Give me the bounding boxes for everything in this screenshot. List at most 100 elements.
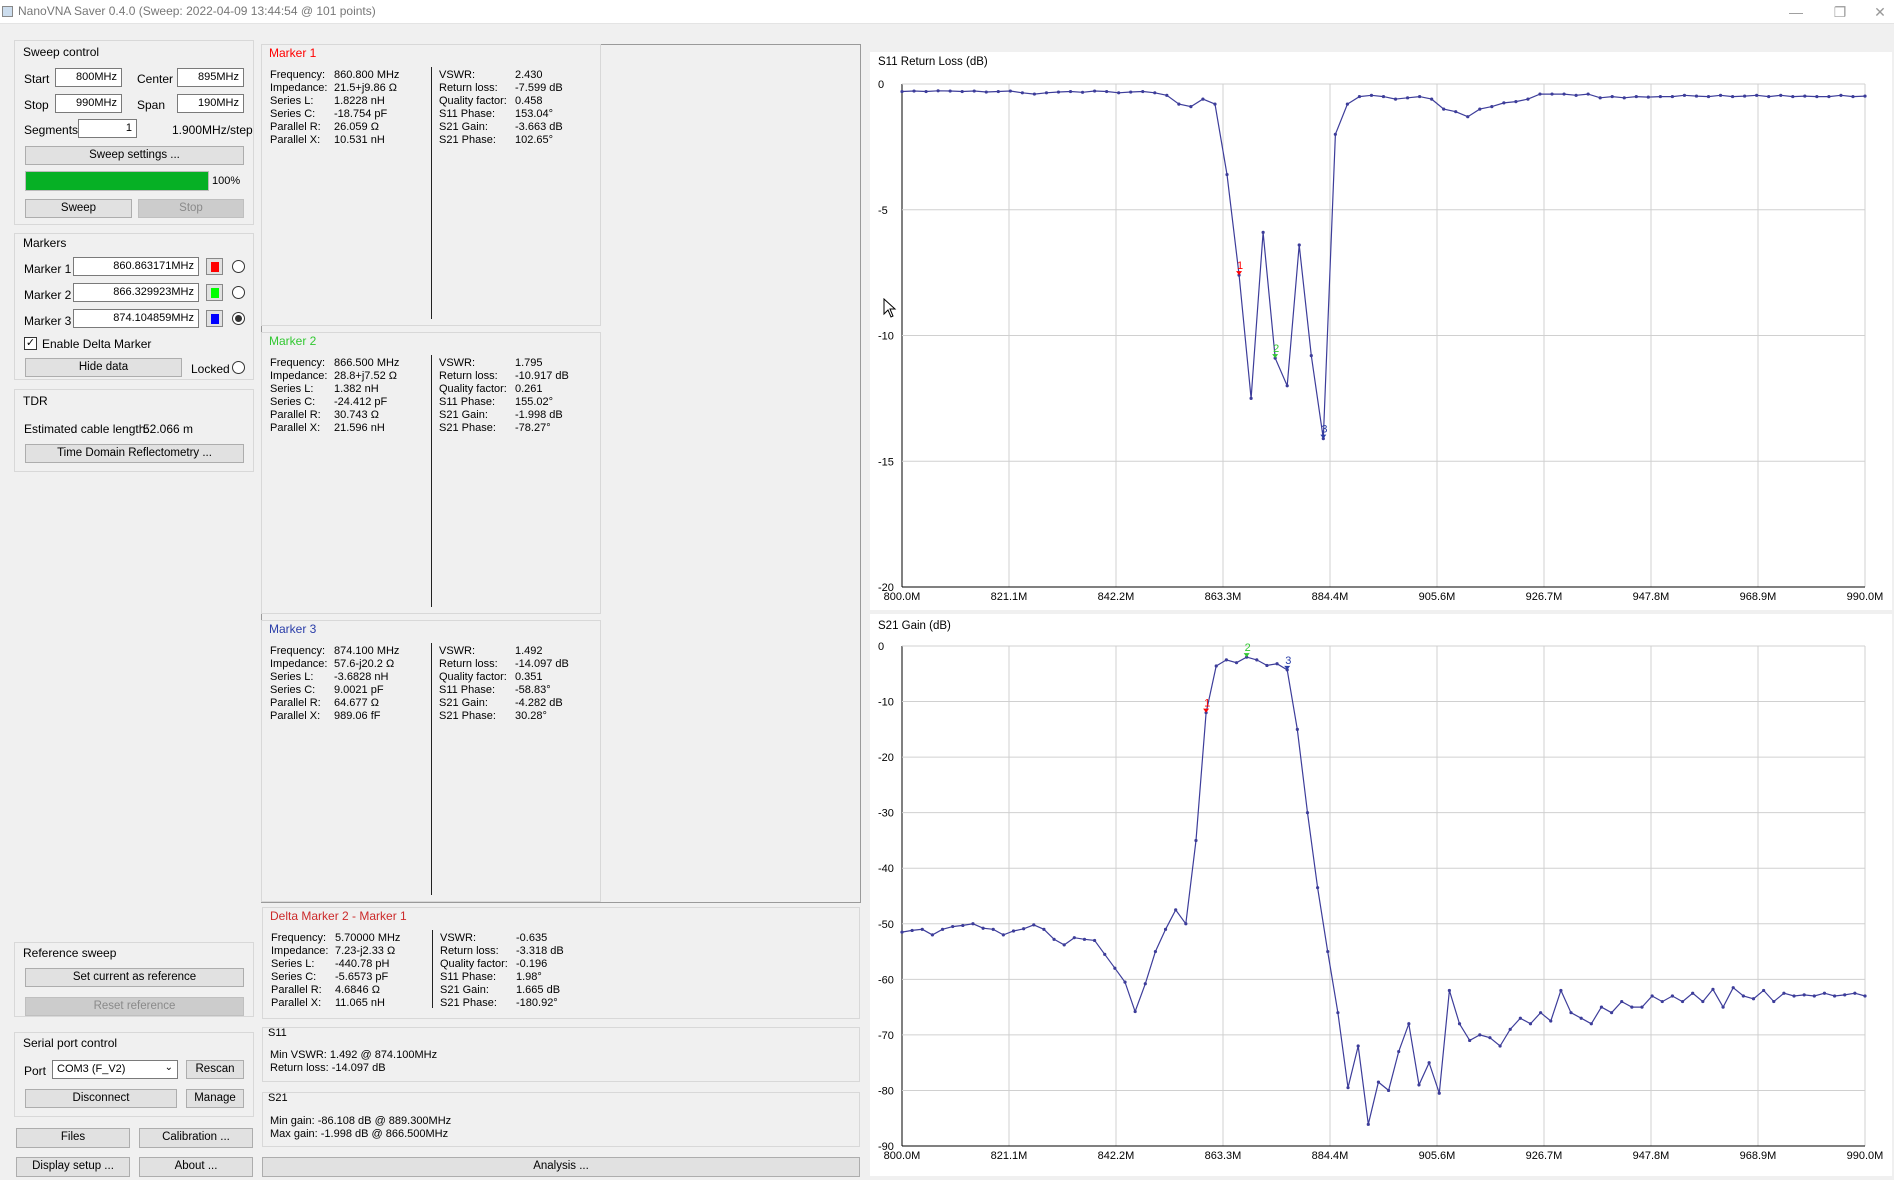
port-select[interactable]: COM3 (F_V2) ⌄ bbox=[52, 1060, 178, 1079]
time-domain-reflectometry-button[interactable]: Time Domain Reflectometry ... bbox=[25, 444, 244, 463]
delta-marker-divider bbox=[432, 930, 433, 1008]
stop-input[interactable]: 990MHz bbox=[55, 94, 122, 113]
marker-3-right-label: Quality factor: bbox=[439, 671, 507, 683]
marker-2-left-label: Parallel X: bbox=[270, 422, 321, 434]
data-point bbox=[996, 89, 1000, 94]
data-point bbox=[1792, 994, 1796, 998]
y-tick-label: -40 bbox=[878, 863, 894, 875]
s11-chart-panel[interactable]: S11 Return Loss (dB) 800.0M 821.1M 842.2M 8… bbox=[870, 52, 1892, 610]
marker-1-right-value: -3.663 dB bbox=[515, 121, 563, 133]
marker-3-frequency-input[interactable]: 874.104859MHz bbox=[73, 309, 199, 328]
segments-input[interactable]: 1 bbox=[78, 119, 137, 138]
marker-3-right-value: -4.282 dB bbox=[515, 697, 563, 709]
data-point bbox=[1201, 97, 1205, 101]
marker-2-frequency-input[interactable]: 866.329923MHz bbox=[73, 283, 199, 302]
center-input[interactable]: 895MHz bbox=[177, 68, 244, 87]
y-tick-label: 0 bbox=[878, 79, 884, 91]
marker-3-left-label: Impedance: bbox=[270, 658, 328, 670]
marker-1-left-label: Series C: bbox=[270, 108, 316, 120]
data-point bbox=[1141, 89, 1145, 94]
sweep-settings-button[interactable]: Sweep settings ... bbox=[25, 146, 244, 165]
data-point bbox=[1333, 132, 1337, 136]
data-point bbox=[1165, 93, 1169, 97]
data-point bbox=[1457, 1022, 1462, 1026]
marker-2-color-button[interactable] bbox=[206, 284, 223, 301]
s11-return-loss: Return loss: -14.097 dB bbox=[270, 1062, 386, 1074]
marker-3-left-value: 874.100 MHz bbox=[334, 645, 400, 657]
data-point bbox=[1056, 90, 1061, 94]
marker-3-left-value: 57.6-j20.2 Ω bbox=[334, 658, 395, 670]
marker-2-left-value: -24.412 pF bbox=[334, 396, 388, 408]
marker-1-label: Marker 1 bbox=[24, 262, 72, 276]
manage-button[interactable]: Manage bbox=[186, 1089, 244, 1108]
data-point bbox=[984, 90, 988, 94]
x-tick-label: 968.9M bbox=[1740, 591, 1777, 603]
port-label: Port bbox=[24, 1064, 47, 1078]
minimize-icon[interactable]: — bbox=[1776, 2, 1816, 22]
data-point bbox=[1650, 994, 1654, 998]
marker-3-color-button[interactable] bbox=[206, 310, 223, 327]
segments-label: Segments bbox=[24, 123, 79, 137]
data-point bbox=[1295, 727, 1299, 731]
reset-reference-button[interactable]: Reset reference bbox=[25, 997, 244, 1016]
data-point bbox=[1751, 997, 1756, 1001]
data-point bbox=[1559, 988, 1563, 993]
data-point bbox=[1802, 993, 1806, 997]
set-reference-button[interactable]: Set current as reference bbox=[25, 968, 244, 987]
data-point bbox=[930, 933, 935, 937]
delta-marker-right-value: -3.318 dB bbox=[516, 945, 564, 957]
marker-1-right-value: 0.458 bbox=[515, 95, 543, 107]
rescan-button[interactable]: Rescan bbox=[186, 1060, 244, 1079]
x-tick-label: 884.4M bbox=[1312, 591, 1349, 603]
data-point bbox=[1827, 94, 1831, 99]
data-point bbox=[1213, 102, 1217, 106]
data-point bbox=[1762, 988, 1766, 993]
marker-3-right-label: S21 Phase: bbox=[439, 710, 496, 722]
data-point bbox=[1620, 999, 1624, 1004]
marker-1-left-value: 1.8228 nH bbox=[334, 95, 385, 107]
close-icon[interactable]: ✕ bbox=[1860, 2, 1894, 22]
marker-1-frequency-input[interactable]: 860.863171MHz bbox=[73, 257, 199, 276]
marker-number-label: 1 bbox=[1204, 698, 1210, 710]
s21-chart-panel[interactable]: S21 Gain (dB) 800.0M 821.1M 842.2M 863.3M 88… bbox=[870, 614, 1892, 1176]
x-tick-label: 947.8M bbox=[1633, 1150, 1670, 1162]
marker-1-color-button[interactable] bbox=[206, 258, 223, 275]
data-point bbox=[948, 89, 952, 93]
sweep-button[interactable]: Sweep bbox=[25, 199, 132, 218]
marker-1-select-radio[interactable] bbox=[232, 260, 245, 273]
data-point bbox=[1670, 994, 1674, 998]
calibration-button[interactable]: Calibration ... bbox=[139, 1128, 253, 1148]
marker-2-select-radio[interactable] bbox=[232, 286, 245, 299]
marker-3-select-radio[interactable] bbox=[232, 312, 245, 325]
files-button[interactable]: Files bbox=[16, 1128, 130, 1148]
analysis-button[interactable]: Analysis ... bbox=[262, 1157, 860, 1177]
span-input[interactable]: 190MHz bbox=[177, 94, 244, 113]
display-setup-button[interactable]: Display setup ... bbox=[16, 1157, 130, 1177]
x-tick-label: 905.6M bbox=[1419, 1150, 1456, 1162]
y-tick-label: -20 bbox=[878, 582, 894, 594]
restore-icon[interactable]: ❐ bbox=[1820, 2, 1860, 22]
marker-1-left-value: 26.059 Ω bbox=[334, 121, 379, 133]
marker-2-right-value: -10.917 dB bbox=[515, 370, 569, 382]
data-point bbox=[1430, 97, 1434, 101]
marker-2-left-label: Impedance: bbox=[270, 370, 328, 382]
hide-data-button[interactable]: Hide data bbox=[25, 358, 182, 377]
locked-radio[interactable] bbox=[232, 361, 245, 374]
marker-3-right-value: 30.28° bbox=[515, 710, 547, 722]
marker-3-left-value: 989.06 fF bbox=[334, 710, 381, 722]
marker-1-right-value: 102.65° bbox=[515, 134, 554, 146]
serial-port-title: Serial port control bbox=[23, 1036, 118, 1050]
enable-delta-marker-checkbox[interactable]: ✓ bbox=[24, 337, 37, 350]
marker-2-right-value: 1.795 bbox=[515, 357, 543, 369]
marker-3-right-label: S21 Gain: bbox=[439, 697, 488, 709]
delta-marker-left-value: 4.6846 Ω bbox=[335, 984, 380, 996]
marker-2-left-label: Frequency: bbox=[270, 357, 326, 369]
stop-button[interactable]: Stop bbox=[138, 199, 244, 218]
start-input[interactable]: 800MHz bbox=[55, 68, 122, 87]
data-point bbox=[1478, 107, 1482, 111]
marker-3-right-label: Return loss: bbox=[439, 658, 498, 670]
y-tick-label: -90 bbox=[878, 1141, 894, 1153]
about-button[interactable]: About ... bbox=[139, 1157, 253, 1177]
disconnect-button[interactable]: Disconnect bbox=[25, 1089, 177, 1108]
data-point bbox=[1080, 90, 1085, 94]
